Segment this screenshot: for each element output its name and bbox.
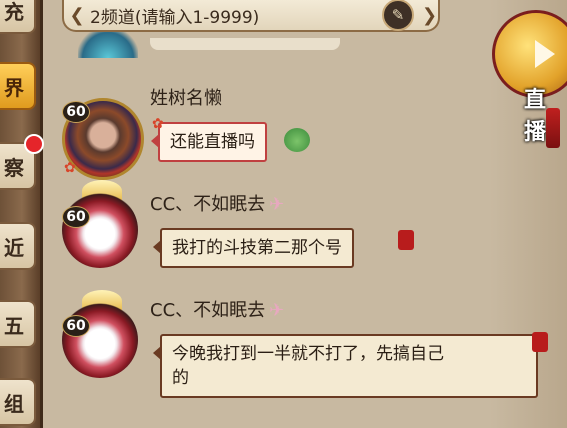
avatar-3[interactable] (62, 302, 138, 378)
paper-crane-icon: ✈ (269, 194, 285, 215)
message-bubble-3[interactable]: 今晚我打到一半就不打了，先搞自己 的 (153, 334, 538, 398)
username-2: CC、不如眠去 ✈ (150, 190, 284, 216)
chevron-right-icon[interactable]: ❯ (422, 5, 438, 26)
play-icon (535, 40, 555, 68)
message-bubble-1[interactable]: 还能直播吗 (151, 122, 267, 162)
message-text-3-line1: 今晚我打到一半就不打了，先搞自己 (172, 344, 444, 364)
notification-dot (24, 134, 44, 154)
message-text-1: 还能直播吗 (170, 132, 255, 152)
frog-icon (284, 128, 310, 152)
tassel-icon (546, 108, 560, 148)
level-badge-2: 60 (62, 206, 90, 228)
message-bubble-2[interactable]: 我打的斗技第二那个号 (153, 228, 354, 268)
level-badge-3: 60 (62, 315, 90, 337)
username-1: 姓树名懒 (150, 88, 222, 109)
pen-icon: ✎ (391, 6, 405, 24)
tab-3[interactable]: 近 (0, 222, 36, 270)
tab-4[interactable]: 五 (0, 300, 36, 348)
message-text-3-line2: 的 (172, 368, 189, 388)
username-3-text: CC、不如眠去 (150, 300, 266, 321)
username-3: CC、不如眠去 ✈ (150, 296, 284, 322)
prev-bubble (150, 38, 340, 50)
avatar-2[interactable] (62, 192, 138, 268)
username-2-text: CC、不如眠去 (150, 194, 266, 215)
paper-crane-icon: ✈ (269, 300, 285, 321)
channel-tab-strip: 充 界 察 近 五 组 (0, 0, 43, 428)
ornament-icon (398, 230, 414, 250)
prev-avatar (78, 28, 138, 58)
tab-0[interactable]: 充 (0, 0, 36, 34)
channel-input[interactable]: ❮ 2频道(请输入1-9999) ✎ ❯ (62, 0, 440, 32)
level-badge-1: 60 (62, 101, 90, 123)
maple-leaf-icon: ✿ (64, 160, 76, 176)
chevron-left-icon[interactable]: ❮ (68, 5, 86, 26)
ornament-icon (532, 332, 548, 352)
message-text-2: 我打的斗技第二那个号 (172, 238, 342, 258)
maple-leaf-icon: ✿ (152, 116, 164, 132)
edit-channel-button[interactable]: ✎ (382, 0, 414, 31)
channel-label: 2频道(请输入1-9999) (90, 7, 260, 28)
tab-5[interactable]: 组 (0, 378, 36, 426)
tab-1[interactable]: 界 (0, 62, 36, 110)
